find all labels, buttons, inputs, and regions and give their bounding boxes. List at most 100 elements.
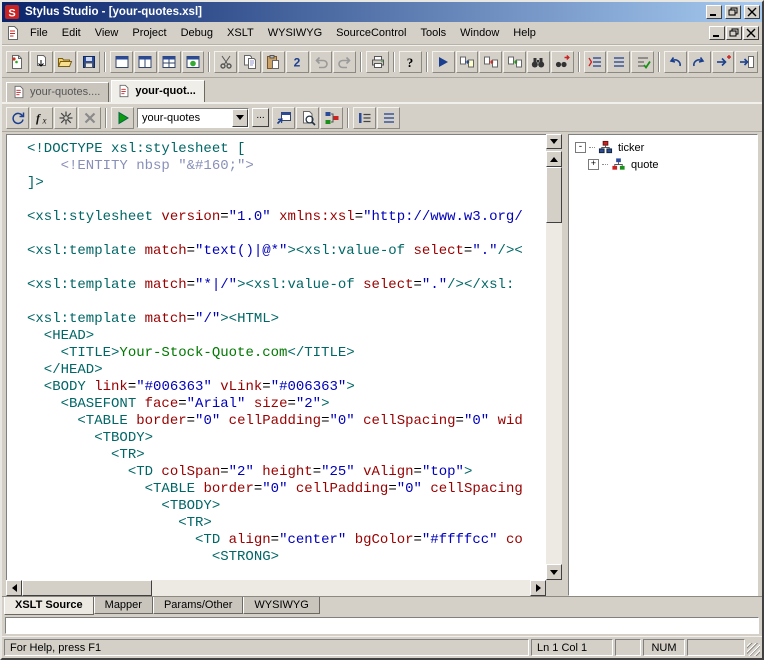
resize-grip[interactable]: [747, 643, 760, 656]
paste-button[interactable]: [262, 51, 285, 73]
mdi-minimize-button[interactable]: [709, 26, 725, 40]
validate-button[interactable]: [631, 51, 654, 73]
scenario-browse-button[interactable]: ...: [252, 108, 269, 127]
editor-view-button[interactable]: [110, 51, 133, 73]
copy-button[interactable]: [238, 51, 261, 73]
wrap-lines-button[interactable]: [377, 107, 400, 129]
document-tab-1[interactable]: your-quotes....: [6, 82, 109, 102]
find-button[interactable]: [527, 51, 550, 73]
document-tab-2[interactable]: your-quot...: [111, 80, 205, 102]
toolbar-separator: [393, 52, 395, 72]
xslt-profile-button[interactable]: [503, 51, 526, 73]
scenario-refresh-button[interactable]: [6, 107, 29, 129]
clear-breakpoints-button[interactable]: [78, 107, 101, 129]
xslt-debug-button[interactable]: [479, 51, 502, 73]
browser-view-button[interactable]: [182, 51, 205, 73]
goto-location-button[interactable]: [735, 51, 758, 73]
scenario-combobox-value: your-quotes: [138, 112, 232, 124]
function-button[interactable]: fx: [30, 107, 53, 129]
preview-browser-button[interactable]: [296, 107, 319, 129]
go-button[interactable]: [432, 51, 455, 73]
combobox-dropdown-button[interactable]: [232, 109, 248, 127]
expand-expander[interactable]: +: [588, 159, 599, 170]
view-tab-wysiwyg[interactable]: WYSIWYG: [243, 597, 319, 614]
preview-result-button[interactable]: [111, 107, 134, 129]
menu-edit[interactable]: Edit: [55, 24, 88, 42]
pane-dropdown-button[interactable]: [546, 134, 562, 149]
horizontal-scrollbar[interactable]: [6, 580, 546, 596]
binoculars-next-icon: [554, 54, 570, 70]
add-location-button[interactable]: [712, 51, 735, 73]
restore-button[interactable]: [725, 5, 741, 19]
lines-icon: [381, 110, 397, 126]
view-tab-mapper[interactable]: Mapper: [94, 597, 153, 614]
menu-window[interactable]: Window: [453, 24, 506, 42]
find-next-button[interactable]: [551, 51, 574, 73]
menu-debug[interactable]: Debug: [174, 24, 220, 42]
tree-item-ticker[interactable]: -ticker: [571, 139, 755, 156]
vertical-scrollbar[interactable]: [546, 151, 562, 580]
horizontal-scroll-track[interactable]: [152, 580, 530, 596]
view-tab-xslt-source[interactable]: XSLT Source: [4, 597, 94, 615]
breakpoint-options-button[interactable]: [54, 107, 77, 129]
new-document-button[interactable]: [6, 51, 29, 73]
tree-item-quote[interactable]: +quote: [571, 156, 755, 173]
save-button[interactable]: [77, 51, 100, 73]
scroll-left-button[interactable]: [6, 580, 22, 596]
toolbar-separator: [360, 52, 362, 72]
app-icon[interactable]: S: [4, 4, 20, 20]
view-tab-bar: XSLT SourceMapperParams/OtherWYSIWYG: [2, 596, 762, 615]
pane3-icon: [161, 54, 177, 70]
open-url-button[interactable]: [30, 51, 53, 73]
vertical-scroll-track[interactable]: [546, 223, 562, 564]
menu-tools[interactable]: Tools: [413, 24, 453, 42]
menu-help[interactable]: Help: [506, 24, 543, 42]
scenario-combobox[interactable]: your-quotes: [137, 108, 249, 128]
mdi-close-button[interactable]: [743, 26, 759, 40]
view-tab-params-other[interactable]: Params/Other: [153, 597, 243, 614]
close-button[interactable]: [744, 5, 760, 19]
redo-button[interactable]: [333, 51, 356, 73]
schema-tree-panel[interactable]: -ticker+quote: [568, 134, 758, 596]
document-icon[interactable]: [5, 25, 21, 41]
code-line: <xsl:template match="*|/"><xsl:value-of …: [27, 277, 546, 294]
xslt-run-button[interactable]: [456, 51, 479, 73]
svg-text:S: S: [8, 8, 15, 20]
navigate-back-button[interactable]: [664, 51, 687, 73]
minimize-button[interactable]: [706, 5, 722, 19]
print-button[interactable]: [366, 51, 389, 73]
line-numbers-button[interactable]: [353, 107, 376, 129]
menu-project[interactable]: Project: [125, 24, 173, 42]
menu-sourcecontrol[interactable]: SourceControl: [329, 24, 413, 42]
preview-window-button[interactable]: [272, 107, 295, 129]
menu-xslt[interactable]: XSLT: [220, 24, 261, 42]
nav-fwd-icon: [691, 54, 707, 70]
menu-wysiwyg[interactable]: WYSIWYG: [261, 24, 329, 42]
status-blank-panel-2: [687, 639, 745, 656]
code-editor[interactable]: <!DOCTYPE xsl:stylesheet [ <!ENTITY nbsp…: [6, 134, 546, 580]
horizontal-scroll-thumb[interactable]: [22, 580, 152, 596]
html-tidy-button[interactable]: 2: [286, 51, 309, 73]
bookmark-list-button[interactable]: [607, 51, 630, 73]
scroll-up-button[interactable]: [546, 151, 562, 167]
collapse-expander[interactable]: -: [575, 142, 586, 153]
mdi-restore-button[interactable]: [726, 26, 742, 40]
menu-file[interactable]: File: [23, 24, 55, 42]
show-tree-button[interactable]: [320, 107, 343, 129]
scroll-right-button[interactable]: [530, 580, 546, 596]
navigate-forward-button[interactable]: [688, 51, 711, 73]
main-toolbar: 2?: [2, 45, 762, 78]
query-input[interactable]: [5, 617, 759, 634]
undo-button[interactable]: [310, 51, 333, 73]
scroll-down-button[interactable]: [546, 564, 562, 580]
help-button[interactable]: ?: [399, 51, 422, 73]
cut-button[interactable]: [214, 51, 237, 73]
open-file-button[interactable]: [54, 51, 77, 73]
title-bar[interactable]: S Stylus Studio - [your-quotes.xsl]: [2, 2, 762, 22]
grid-view-button[interactable]: [158, 51, 181, 73]
menu-view[interactable]: View: [88, 24, 126, 42]
mag-page-icon: [300, 110, 316, 126]
toggle-bookmark-button[interactable]: [584, 51, 607, 73]
vertical-scroll-thumb[interactable]: [546, 167, 562, 223]
tree-view-button[interactable]: [134, 51, 157, 73]
